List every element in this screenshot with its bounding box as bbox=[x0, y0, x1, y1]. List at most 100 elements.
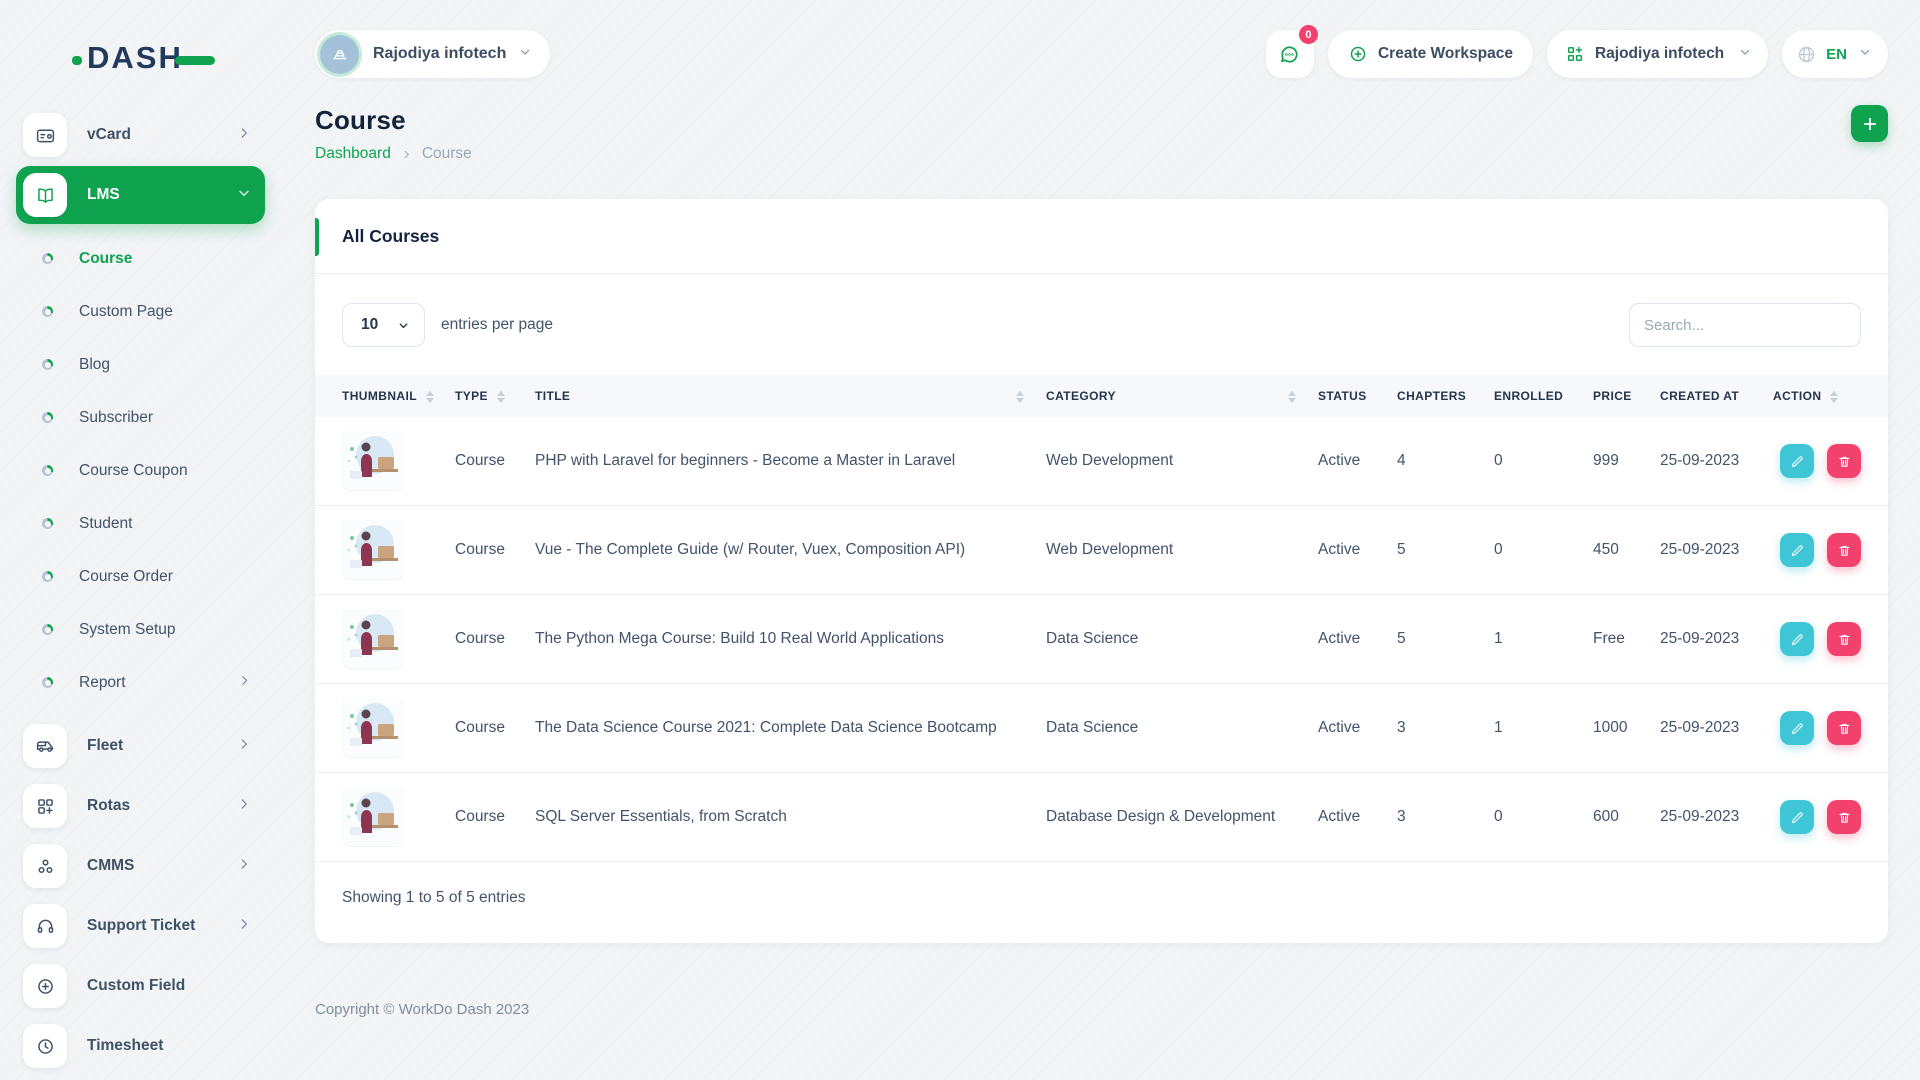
cell-category: Web Development bbox=[1046, 452, 1318, 470]
cell-price: 600 bbox=[1593, 808, 1660, 826]
chevron-right-icon bbox=[237, 797, 251, 816]
add-course-button[interactable] bbox=[1851, 105, 1888, 142]
column-header-title[interactable]: TITLE bbox=[535, 389, 1046, 403]
showing-entries-text: Showing 1 to 5 of 5 entries bbox=[315, 862, 1888, 943]
column-header-type[interactable]: TYPE bbox=[455, 389, 535, 403]
delete-button[interactable] bbox=[1827, 800, 1861, 834]
company-selector[interactable]: Rajodiya infotech bbox=[1547, 30, 1768, 78]
cell-enrolled: 0 bbox=[1494, 452, 1593, 470]
sidebar-item-student[interactable]: Student bbox=[16, 497, 265, 550]
messages-button[interactable]: 0 bbox=[1266, 30, 1314, 78]
sidebar-item-course-order[interactable]: Course Order bbox=[16, 550, 265, 603]
column-label: CREATED AT bbox=[1660, 389, 1739, 403]
sidebar-item-custom-page[interactable]: Custom Page bbox=[16, 285, 265, 338]
bullet-icon bbox=[42, 677, 53, 688]
cell-price: 450 bbox=[1593, 541, 1660, 559]
cell-enrolled: 1 bbox=[1494, 630, 1593, 648]
sidebar-nav: vCard LMS Course Custom Page bbox=[0, 106, 285, 1075]
language-selector[interactable]: EN bbox=[1782, 30, 1888, 78]
cell-created-at: 25-09-2023 bbox=[1660, 630, 1773, 648]
sidebar-item-rotas[interactable]: Rotas bbox=[16, 777, 265, 835]
chevron-down-icon bbox=[518, 45, 532, 64]
create-workspace-label: Create Workspace bbox=[1378, 45, 1513, 63]
submenu-label: Student bbox=[79, 515, 251, 533]
table-row: Course PHP with Laravel for beginners - … bbox=[315, 417, 1888, 506]
trash-icon bbox=[1837, 543, 1852, 558]
sidebar-item-vcard[interactable]: vCard bbox=[16, 106, 265, 164]
column-header-thumbnail[interactable]: THUMBNAIL bbox=[342, 389, 455, 403]
cell-actions bbox=[1773, 711, 1861, 745]
van-icon bbox=[23, 724, 67, 768]
sidebar-item-report[interactable]: Report bbox=[16, 656, 265, 709]
app-root: DASH vCard LMS bbox=[0, 0, 1920, 1080]
sidebar-item-course-coupon[interactable]: Course Coupon bbox=[16, 444, 265, 497]
delete-button[interactable] bbox=[1827, 444, 1861, 478]
create-workspace-button[interactable]: Create Workspace bbox=[1328, 30, 1533, 78]
cell-chapters: 3 bbox=[1397, 808, 1494, 826]
pencil-icon bbox=[1790, 810, 1805, 825]
sidebar-item-system-setup[interactable]: System Setup bbox=[16, 603, 265, 656]
workspace-selector[interactable]: Rajodiya infotech bbox=[315, 30, 550, 78]
search-input[interactable] bbox=[1629, 303, 1861, 347]
edit-button[interactable] bbox=[1780, 800, 1814, 834]
footer-copyright: Copyright © WorkDo Dash 2023 bbox=[315, 1001, 1888, 1018]
sidebar-item-label: Support Ticket bbox=[87, 917, 237, 935]
column-header-chapters[interactable]: CHAPTERS bbox=[1397, 389, 1494, 403]
sidebar-item-lms[interactable]: LMS bbox=[16, 166, 265, 224]
column-header-action[interactable]: ACTION bbox=[1773, 389, 1861, 403]
sidebar-item-custom-field[interactable]: Custom Field bbox=[16, 957, 265, 1015]
sidebar-item-cmms[interactable]: CMMS bbox=[16, 837, 265, 895]
chevron-right-icon bbox=[237, 737, 251, 756]
sidebar-item-fleet[interactable]: Fleet bbox=[16, 717, 265, 775]
table-header-row: THUMBNAIL TYPE TITLE CATEGORY STATUS CHA… bbox=[315, 375, 1888, 417]
cell-actions bbox=[1773, 800, 1861, 834]
column-header-price[interactable]: PRICE bbox=[1593, 389, 1660, 403]
column-header-category[interactable]: CATEGORY bbox=[1046, 389, 1318, 403]
chevron-right-icon bbox=[237, 917, 251, 936]
bullet-icon bbox=[42, 253, 53, 264]
logo-text: DASH bbox=[87, 40, 183, 76]
edit-button[interactable] bbox=[1780, 444, 1814, 478]
submenu-label: System Setup bbox=[79, 621, 251, 639]
cell-actions bbox=[1773, 533, 1861, 567]
course-thumbnail bbox=[342, 474, 404, 491]
edit-button[interactable] bbox=[1780, 711, 1814, 745]
cell-price: 1000 bbox=[1593, 719, 1660, 737]
bullet-icon bbox=[42, 412, 53, 423]
column-header-status[interactable]: STATUS bbox=[1318, 389, 1397, 403]
delete-button[interactable] bbox=[1827, 533, 1861, 567]
edit-button[interactable] bbox=[1780, 533, 1814, 567]
submenu-label: Report bbox=[79, 674, 238, 692]
column-header-created-at[interactable]: CREATED AT bbox=[1660, 389, 1773, 403]
headset-icon bbox=[23, 904, 67, 948]
edit-button[interactable] bbox=[1780, 622, 1814, 656]
cell-actions bbox=[1773, 444, 1861, 478]
entries-per-page-select[interactable]: 10 bbox=[342, 303, 425, 347]
chevron-down-icon bbox=[237, 186, 251, 205]
logo-dash-icon bbox=[175, 56, 215, 65]
breadcrumb-dashboard-link[interactable]: Dashboard bbox=[315, 145, 391, 163]
delete-button[interactable] bbox=[1827, 622, 1861, 656]
lms-submenu: Course Custom Page Blog Subscriber Cours… bbox=[0, 226, 285, 717]
clock-icon bbox=[23, 1024, 67, 1068]
pencil-icon bbox=[1790, 543, 1805, 558]
topbar: Rajodiya infotech 0 Create Workspace Raj… bbox=[315, 30, 1888, 78]
sidebar-item-blog[interactable]: Blog bbox=[16, 338, 265, 391]
column-header-enrolled[interactable]: ENROLLED bbox=[1494, 389, 1593, 403]
course-thumbnail bbox=[342, 741, 404, 758]
sidebar-item-support-ticket[interactable]: Support Ticket bbox=[16, 897, 265, 955]
submenu-label: Blog bbox=[79, 356, 251, 374]
column-label: PRICE bbox=[1593, 389, 1632, 403]
brand-logo[interactable]: DASH bbox=[72, 38, 285, 78]
sidebar-item-course[interactable]: Course bbox=[16, 232, 265, 285]
circles-icon bbox=[23, 844, 67, 888]
sidebar-item-timesheet[interactable]: Timesheet bbox=[16, 1017, 265, 1075]
sidebar-item-subscriber[interactable]: Subscriber bbox=[16, 391, 265, 444]
column-label: TYPE bbox=[455, 389, 488, 403]
sidebar-item-label: vCard bbox=[87, 126, 237, 144]
delete-button[interactable] bbox=[1827, 711, 1861, 745]
accent-bar bbox=[315, 218, 319, 256]
sidebar: DASH vCard LMS bbox=[0, 0, 285, 1080]
cell-title: Vue - The Complete Guide (w/ Router, Vue… bbox=[535, 541, 1046, 559]
chevron-right-icon bbox=[238, 674, 251, 692]
